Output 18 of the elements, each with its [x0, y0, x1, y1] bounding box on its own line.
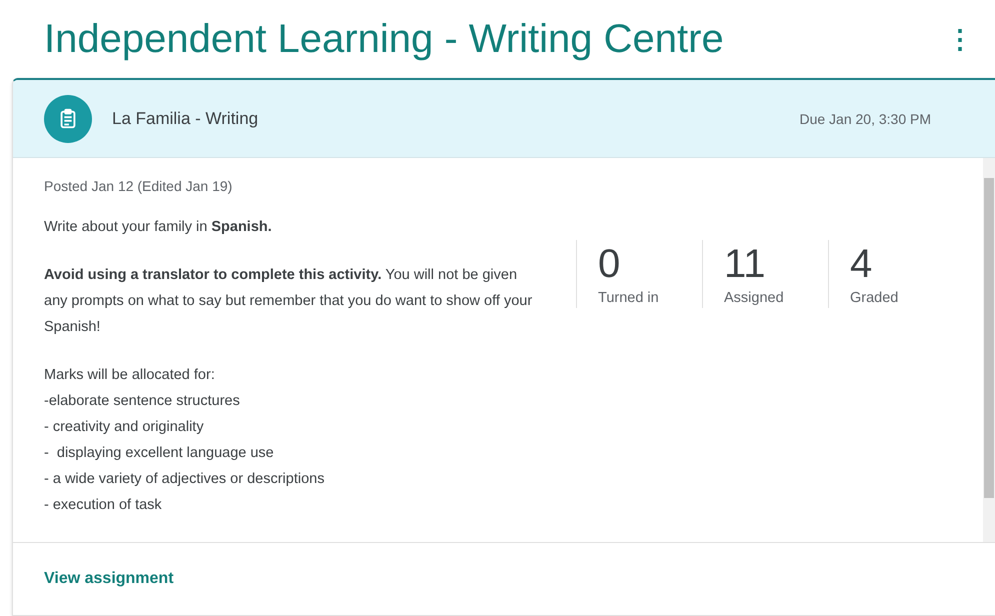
stat-value: 11 — [724, 242, 767, 286]
stat-value: 0 — [598, 242, 622, 286]
scrollbar[interactable] — [983, 158, 995, 542]
scrollbar-thumb[interactable] — [984, 178, 994, 498]
menu-button[interactable]: ⋮ — [943, 24, 977, 54]
view-assignment-link[interactable]: View assignment — [44, 570, 174, 588]
stat-label: Assigned — [724, 290, 785, 306]
posted-date: Posted Jan 12 (Edited Jan 19) — [44, 178, 234, 194]
description-paragraph: Marks will be allocated for: -elaborate sentence structures - creativity and originality - displaying excellent language use - a wide variety of adjectives or descriptions - execution of task — [44, 366, 326, 515]
stat-value: 4 — [850, 242, 874, 286]
page-title: Independent Learning - Writing Centre — [44, 16, 724, 62]
assignment-title: La Familia - Writing — [112, 108, 260, 128]
stat-label: Graded — [850, 290, 900, 306]
description-paragraph: Write about your family in Spanish. — [44, 218, 273, 237]
description-paragraph: Avoid using a translator to complete this activity. You will not be given any prompts on what to say but remember that you do want to show off your Spanish! — [44, 266, 534, 337]
due-date: Due Jan 20, 3:30 PM — [799, 110, 931, 126]
stat-label: Turned in — [598, 290, 660, 306]
clipboard-icon — [44, 94, 92, 142]
